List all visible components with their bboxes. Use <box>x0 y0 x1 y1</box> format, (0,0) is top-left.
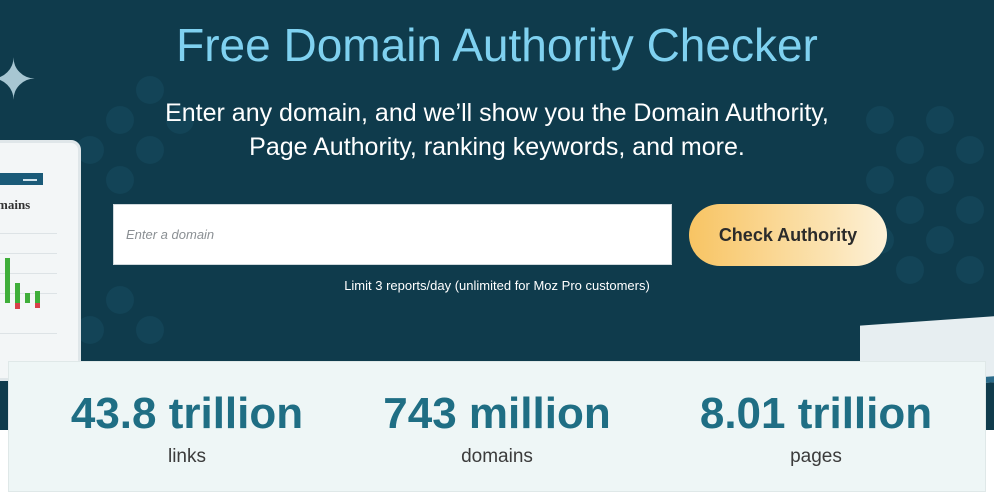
device-bar-red <box>15 303 20 309</box>
domain-input[interactable] <box>113 204 672 265</box>
device-header-line <box>23 179 37 181</box>
limit-note: Limit 3 reports/day (unlimited for Moz P… <box>344 278 650 293</box>
stat-value: 743 million <box>383 389 611 438</box>
stat-label: domains <box>461 446 533 467</box>
page-title: Free Domain Authority Checker <box>176 19 818 71</box>
device-gridline <box>0 253 57 254</box>
stats-panel: 43.8 trillion links 743 million domains … <box>8 361 986 492</box>
stat-pages: 8.01 trillion pages <box>656 388 976 468</box>
device-bar-green <box>25 293 30 303</box>
page-subtitle: Enter any domain, and we’ll show you the… <box>0 96 994 164</box>
device-bar-red <box>35 303 40 308</box>
subtitle-line-1: Enter any domain, and we’ll show you the… <box>165 99 829 127</box>
check-authority-button[interactable]: Check Authority <box>689 204 887 266</box>
device-panel-label: mains <box>0 197 31 212</box>
subtitle-line-2: Page Authority, ranking keywords, and mo… <box>249 133 745 161</box>
stat-links: 43.8 trillion links <box>27 388 347 468</box>
stat-domains: 743 million domains <box>337 388 657 468</box>
stat-value: 43.8 trillion <box>70 389 304 438</box>
illustration-device-left: mains <box>0 140 81 381</box>
stat-value: 8.01 trillion <box>699 389 933 438</box>
device-gridline <box>0 233 57 234</box>
stat-label: links <box>167 446 206 467</box>
device-gridline <box>0 333 57 334</box>
stat-label: pages <box>790 446 842 467</box>
